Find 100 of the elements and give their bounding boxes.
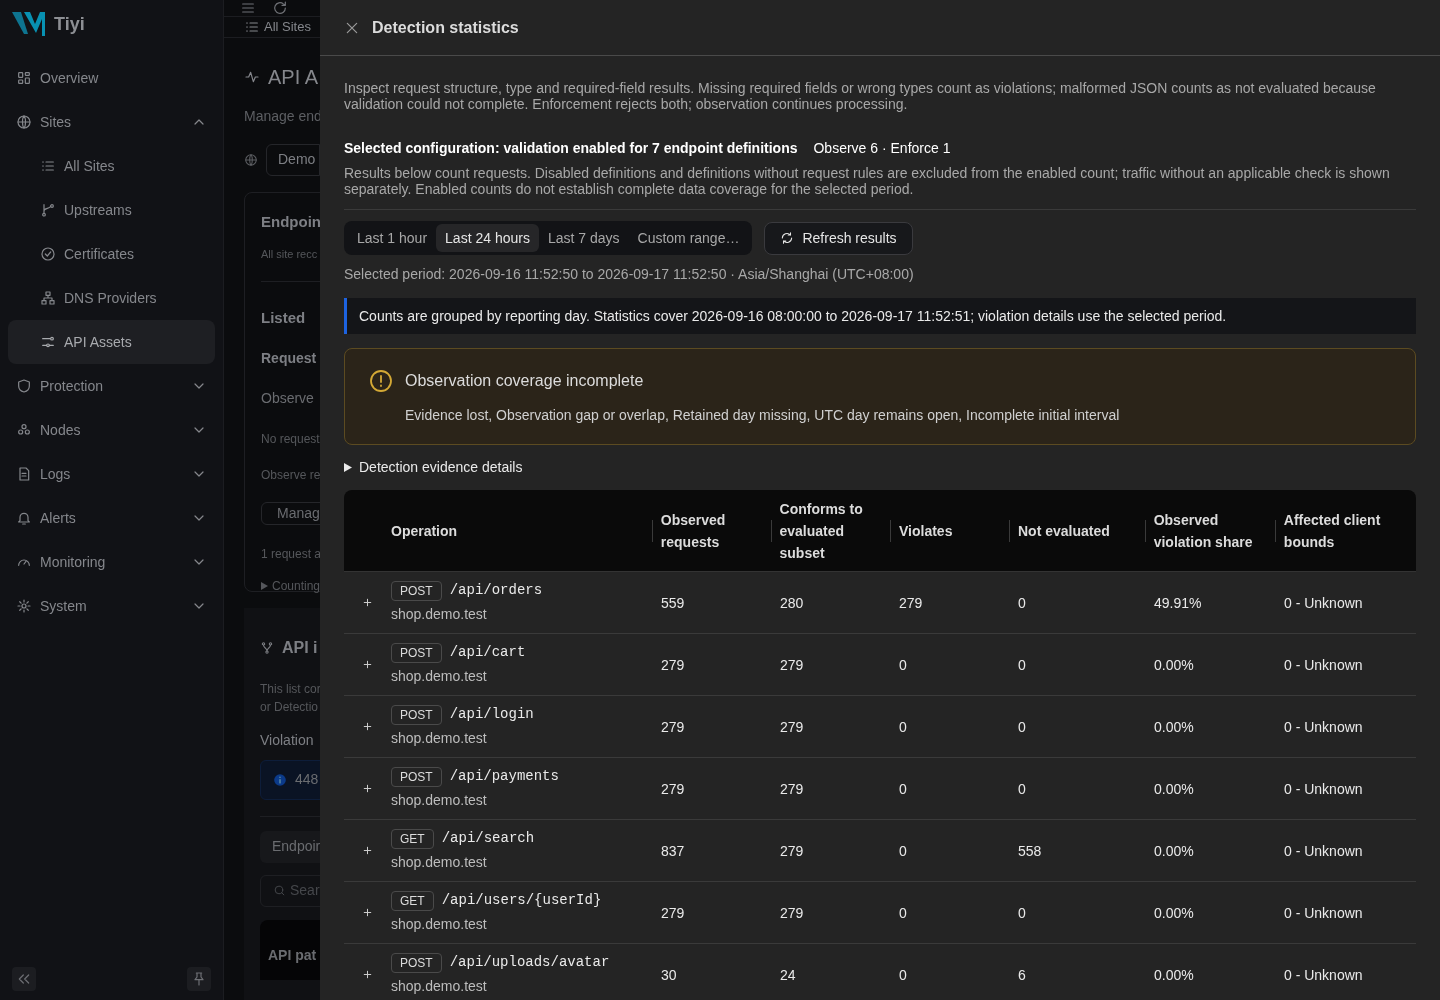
nav-item[interactable]: Overview [8,56,215,100]
panel-title: API i [282,637,318,658]
table-cell: 558 [1018,842,1042,859]
nav-subitem[interactable]: Upstreams [8,188,215,232]
table-cell: 279 [661,780,685,797]
plus-icon [361,596,374,609]
column-header: API pat [268,946,317,963]
column-header: Observed violation share [1153,510,1254,552]
expand-row-button[interactable] [361,596,374,609]
period-tab[interactable]: Last 7 days [538,224,629,252]
table-cell: 49.91% [1154,594,1202,611]
endpoint-path: /api/login [449,705,534,724]
table-cell: 0 - Unknown [1284,842,1363,859]
expand-row-button[interactable] [361,720,374,733]
period-tab[interactable]: Last 24 hours [436,224,539,252]
host-name: shop.demo.test [391,977,488,996]
nav-item[interactable]: Nodes [8,408,215,452]
nav-item[interactable]: Monitoring [8,540,215,584]
table-cell: 0 [1018,718,1026,735]
endpoint-path: /api/users/{userId} [441,891,602,910]
method-badge: GET [391,828,434,849]
selected-period: Selected period: 2026-09-16 11:52:50 to 2026-09-17 11:52:50 · Asia/Shanghai (UTC+08:00) [344,266,914,282]
host-name: shop.demo.test [391,605,488,624]
method-badge: POST [391,580,442,601]
expand-row-button[interactable] [361,658,374,671]
expand-row-button[interactable] [361,906,374,919]
column-header: Observed requests [660,510,727,552]
table-cell: 0 [899,656,907,673]
disclosure-label: Counting [272,578,320,595]
fork-icon [260,640,274,655]
config-note: Results below count requests. Disabled definitions and definitions without request rules are excluded from the enabled count; traffic without an applicable check is shown separately. Enabled counts do not establish complete data coverage for the selected period. [344,165,1416,210]
table-cell: 279 [780,656,804,673]
table-cell: 0 - Unknown [1284,718,1363,735]
table-cell: 279 [661,718,685,735]
period-tab[interactable]: Last 1 hour [348,224,437,252]
refresh-button[interactable]: Refresh results [764,221,913,255]
mode-counts: Observe 6 · Enforce 1 [813,139,951,158]
table-cell: 279 [780,718,804,735]
table-cell: 279 [661,656,685,673]
refresh-icon [780,231,795,245]
menu-icon [240,0,256,16]
nav-item[interactable]: Alerts [8,496,215,540]
nodes-icon [16,422,32,438]
column-header: Not evaluated [1018,521,1111,541]
sliders-icon [40,334,56,350]
info-count: 448 [295,770,319,789]
host-name: shop.demo.test [391,667,488,686]
expand-row-button[interactable] [361,844,374,857]
collapse-button[interactable] [12,967,36,991]
table-cell: 0.00% [1154,842,1194,859]
host-name: shop.demo.test [391,853,488,872]
period-tab[interactable]: Custom range… [628,224,749,252]
double-chevron-icon [16,971,32,987]
refresh-icon [272,0,288,16]
method-badge: POST [391,766,442,787]
globe-icon [16,114,32,130]
globe-icon [244,152,258,167]
list-icon [40,158,56,174]
status-note: Observe re [261,468,320,482]
pin-button[interactable] [187,967,211,991]
table-cell: 0 [899,842,907,859]
table-cell: 279 [780,904,804,921]
table-cell: 30 [661,966,677,983]
expand-row-button[interactable] [361,968,374,981]
pin-icon [191,971,207,987]
column-header: Operation [391,521,459,541]
expand-row-button[interactable] [361,782,374,795]
table-cell: 0.00% [1154,966,1194,983]
host-name: shop.demo.test [391,729,488,748]
section-label: Listed [261,309,306,326]
nav-subitem[interactable]: Certificates [8,232,215,276]
nav-subitem[interactable]: All Sites [8,144,215,188]
table-cell: 0.00% [1154,780,1194,797]
table-cell: 24 [780,966,796,983]
table-cell: 0 [1018,904,1026,921]
tab[interactable]: Endpoir [260,830,320,863]
panel-description: This list cor [260,680,320,698]
brand-name: Tiyi [54,12,85,36]
table-cell: 559 [661,594,685,611]
nav-item[interactable]: System [8,584,215,628]
nav-item[interactable]: Logs [8,452,215,496]
drawer-title: Detection statistics [372,17,519,38]
column-header: Affected client bounds [1283,510,1382,552]
table-cell: 279 [780,842,804,859]
evidence-disclosure[interactable]: Detection evidence details [344,457,523,478]
plus-icon [361,906,374,919]
nav-item[interactable]: Protection [8,364,215,408]
nav-subitem[interactable]: DNS Providers [8,276,215,320]
section-label: Violation [260,731,314,748]
table-cell: 0.00% [1154,656,1194,673]
table-cell: 279 [780,780,804,797]
method-badge: POST [391,704,442,725]
endpoint-path: /api/orders [449,581,543,600]
table-cell: 0 [899,966,907,983]
nav-item[interactable]: Sites [8,100,215,144]
search-icon [273,884,286,897]
nav-subitem[interactable]: API Assets [8,320,215,364]
table-cell: 0 - Unknown [1284,656,1363,673]
check-circle-icon [40,246,56,262]
column-header: Violates [899,521,954,541]
